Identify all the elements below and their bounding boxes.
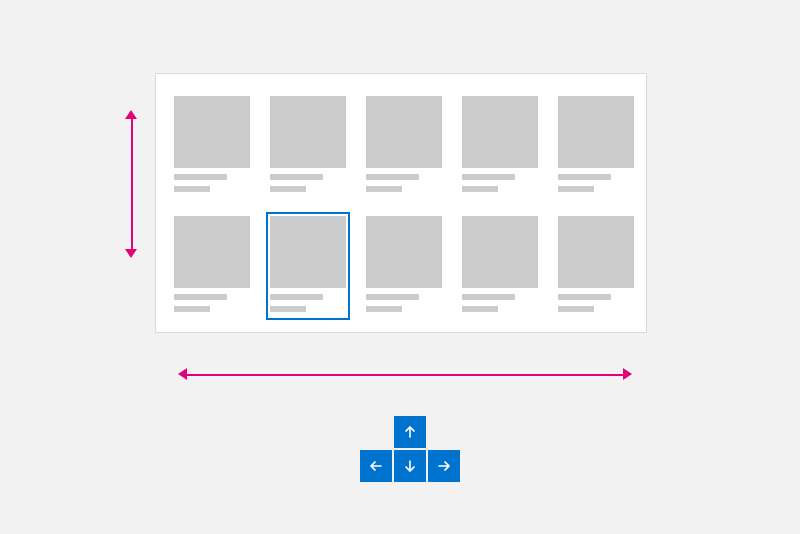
thumbnail-placeholder	[366, 96, 442, 168]
text-placeholder-line	[174, 186, 210, 192]
diagram-stage	[0, 0, 800, 534]
grid-item[interactable]	[266, 92, 350, 200]
thumbnail-placeholder	[462, 96, 538, 168]
key-up[interactable]	[394, 416, 426, 448]
text-placeholder-line	[558, 174, 611, 180]
horizontal-scroll-axis	[178, 368, 632, 382]
text-placeholder-line	[270, 294, 323, 300]
thumbnail-placeholder	[270, 96, 346, 168]
arrow-right-icon	[437, 459, 451, 473]
axis-line	[184, 374, 626, 376]
text-placeholder-line	[270, 186, 306, 192]
arrow-right-icon	[623, 368, 632, 380]
grid-item[interactable]	[458, 92, 542, 200]
text-placeholder-line	[174, 306, 210, 312]
thumbnail-placeholder	[558, 216, 634, 288]
key-left[interactable]	[360, 450, 392, 482]
axis-line	[131, 116, 133, 252]
arrow-down-icon	[125, 249, 137, 258]
thumbnail-placeholder	[270, 216, 346, 288]
grid-item[interactable]	[170, 92, 254, 200]
grid-item[interactable]	[266, 212, 350, 320]
text-placeholder-line	[558, 294, 611, 300]
key-right[interactable]	[428, 450, 460, 482]
text-placeholder-line	[174, 294, 227, 300]
grid-item[interactable]	[458, 212, 542, 320]
text-placeholder-line	[462, 186, 498, 192]
text-placeholder-line	[366, 186, 402, 192]
text-placeholder-line	[174, 174, 227, 180]
text-placeholder-line	[366, 306, 402, 312]
grid-item[interactable]	[554, 212, 638, 320]
item-grid	[156, 74, 646, 332]
arrow-left-icon	[369, 459, 383, 473]
thumbnail-placeholder	[174, 216, 250, 288]
text-placeholder-line	[462, 294, 515, 300]
text-placeholder-line	[366, 294, 419, 300]
thumbnail-placeholder	[366, 216, 442, 288]
grid-item[interactable]	[362, 92, 446, 200]
thumbnail-placeholder	[558, 96, 634, 168]
text-placeholder-line	[270, 174, 323, 180]
grid-item[interactable]	[170, 212, 254, 320]
grid-item[interactable]	[362, 212, 446, 320]
text-placeholder-line	[558, 186, 594, 192]
key-down[interactable]	[394, 450, 426, 482]
text-placeholder-line	[270, 306, 306, 312]
vertical-scroll-axis	[125, 110, 139, 258]
text-placeholder-line	[558, 306, 594, 312]
arrow-keypad	[356, 415, 464, 483]
grid-item[interactable]	[554, 92, 638, 200]
thumbnail-placeholder	[174, 96, 250, 168]
arrow-up-icon	[403, 425, 417, 439]
thumbnail-placeholder	[462, 216, 538, 288]
text-placeholder-line	[462, 174, 515, 180]
grid-container	[155, 73, 647, 333]
text-placeholder-line	[366, 174, 419, 180]
text-placeholder-line	[462, 306, 498, 312]
arrow-down-icon	[403, 459, 417, 473]
